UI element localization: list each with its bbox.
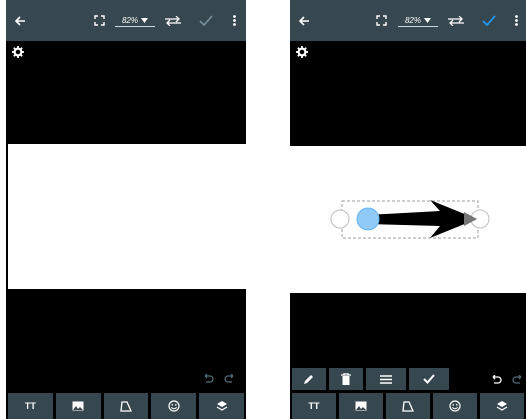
dropdown-icon (424, 18, 431, 23)
emoji-icon (168, 400, 180, 412)
edit-toolbar (290, 368, 449, 390)
layers-icon (496, 401, 508, 411)
back-arrow-icon[interactable] (10, 0, 30, 41)
emoji-tool-button[interactable] (151, 393, 197, 419)
layers-icon (216, 401, 227, 411)
delete-button[interactable] (329, 368, 363, 390)
text-icon: TT (308, 401, 320, 411)
zoom-value: 82% (404, 16, 421, 25)
zoom-select[interactable]: 82% (398, 15, 438, 27)
arrow-shape[interactable] (367, 200, 477, 238)
fullscreen-icon[interactable] (92, 0, 106, 41)
menu-lines-icon (380, 374, 392, 384)
confirm-button[interactable] (409, 368, 449, 390)
pencil-icon (304, 375, 313, 384)
top-toolbar: 82% (290, 0, 526, 41)
zoom-select[interactable]: 82% (115, 15, 155, 27)
right-screen: 82% TT (290, 0, 526, 419)
gear-icon[interactable] (12, 46, 24, 58)
edit-button[interactable] (292, 368, 326, 390)
emoji-icon (449, 400, 461, 412)
redo-icon[interactable] (512, 375, 524, 385)
shape-tool-button[interactable] (386, 393, 430, 419)
shape-icon (120, 400, 132, 412)
check-icon[interactable] (197, 0, 215, 41)
swap-icon[interactable] (445, 0, 467, 41)
image-icon (72, 401, 84, 411)
bottom-toolbar: TT (290, 393, 526, 419)
image-icon (355, 401, 367, 411)
back-arrow-icon[interactable] (294, 0, 314, 41)
dropdown-icon (141, 18, 148, 23)
image-tool-button[interactable] (55, 393, 101, 419)
undo-redo (202, 372, 236, 386)
swap-icon[interactable] (162, 0, 184, 41)
text-tool-button[interactable]: TT (292, 393, 336, 419)
fullscreen-icon[interactable] (374, 0, 388, 41)
arrow-layer (330, 200, 490, 239)
drawing-canvas[interactable] (290, 146, 526, 293)
left-screen: 82% TT (6, 0, 246, 419)
undo-icon[interactable] (490, 375, 502, 385)
redo-icon[interactable] (224, 374, 236, 384)
shape-icon (402, 400, 414, 412)
gear-icon[interactable] (296, 46, 308, 58)
text-icon: TT (24, 401, 36, 411)
zoom-value: 82% (121, 16, 138, 25)
image-tool-button[interactable] (339, 393, 383, 419)
shape-tool-button[interactable] (103, 393, 149, 419)
undo-icon[interactable] (202, 374, 214, 384)
check-icon[interactable] (480, 0, 498, 41)
layers-tool-button[interactable] (480, 393, 524, 419)
screenshot-pair: 82% TT 82% TT (0, 0, 526, 419)
trash-icon (341, 373, 351, 385)
bottom-toolbar: TT (6, 393, 246, 419)
drawing-canvas[interactable] (8, 144, 246, 289)
text-tool-button[interactable]: TT (8, 393, 53, 419)
arrow-start-handle[interactable] (356, 207, 380, 231)
more-vert-icon[interactable] (512, 0, 520, 41)
more-vert-icon[interactable] (230, 0, 238, 41)
left-side-handle[interactable] (330, 209, 350, 229)
layers-tool-button[interactable] (199, 393, 244, 419)
emoji-tool-button[interactable] (433, 393, 477, 419)
top-toolbar: 82% (6, 0, 246, 41)
undo-redo (490, 373, 524, 387)
options-button[interactable] (366, 368, 406, 390)
check-icon (423, 374, 435, 384)
